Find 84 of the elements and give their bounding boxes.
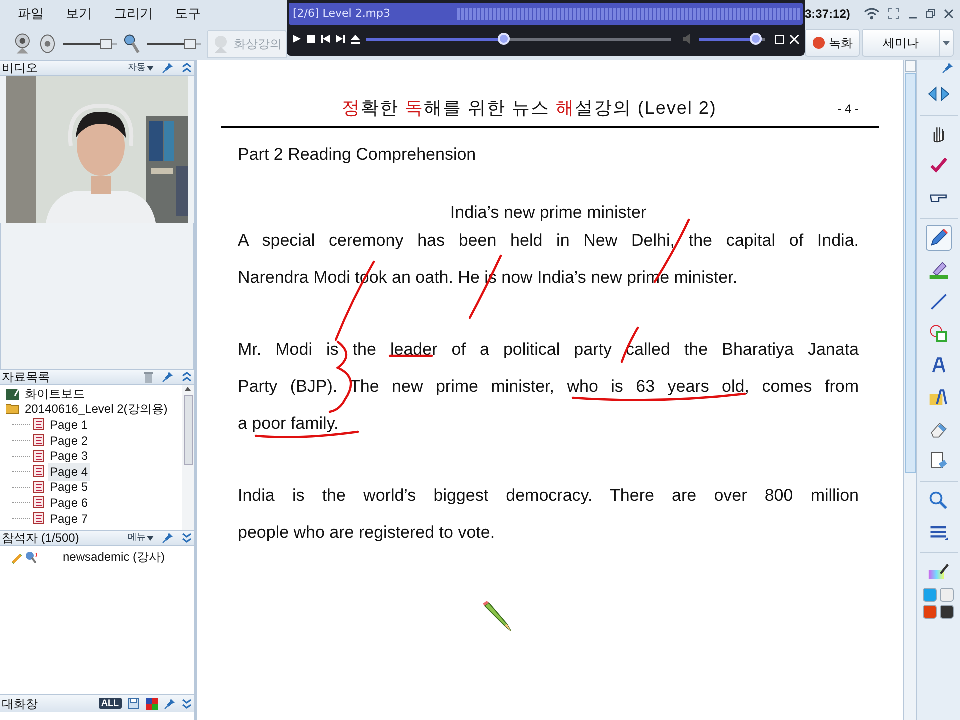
menu-item[interactable]: 보기 bbox=[66, 4, 92, 24]
document-icon bbox=[33, 450, 45, 463]
panel-title: 대화창 bbox=[2, 696, 39, 712]
speaker-icon[interactable] bbox=[39, 33, 57, 55]
shapes-icon bbox=[928, 323, 950, 345]
whiteboard-icon bbox=[6, 388, 20, 400]
panel-title: 비디오 bbox=[2, 60, 39, 77]
seek-thumb[interactable] bbox=[498, 33, 510, 45]
paragraph-line: A special ceremony has been held in New Delhi, the capital of India. bbox=[238, 230, 859, 252]
save-icon[interactable] bbox=[128, 698, 140, 710]
all-button[interactable]: ALL bbox=[98, 698, 122, 709]
panel-title: 자료목록 bbox=[2, 369, 51, 386]
tree-item[interactable]: 화이트보드 bbox=[23, 385, 87, 403]
pin-icon[interactable] bbox=[162, 62, 174, 74]
paragraph-line: India is the world’s biggest democracy. There are over 800 million bbox=[238, 485, 859, 507]
folder-icon bbox=[6, 403, 20, 416]
paragraph-line: a poor family. bbox=[238, 413, 340, 435]
participant-name: newsademic (강사) bbox=[63, 549, 166, 566]
record-button[interactable]: 녹화 bbox=[805, 29, 860, 57]
wifi-icon bbox=[864, 7, 880, 21]
highlighter-icon bbox=[928, 259, 950, 281]
document-icon bbox=[33, 496, 45, 510]
record-icon bbox=[812, 36, 826, 50]
menu-item[interactable]: 그리기 bbox=[114, 4, 153, 24]
close-icon[interactable] bbox=[944, 8, 954, 20]
next-icon[interactable] bbox=[336, 35, 345, 43]
collapse-icon[interactable] bbox=[182, 371, 192, 383]
article-title: India’s new prime minister bbox=[450, 203, 647, 222]
tree-item[interactable]: Page 3 bbox=[48, 447, 90, 466]
pin-icon[interactable] bbox=[164, 698, 176, 710]
restore-icon[interactable] bbox=[926, 8, 936, 20]
pin-icon[interactable] bbox=[942, 62, 954, 74]
pin-icon[interactable] bbox=[162, 532, 174, 544]
player-title: [2/6] Level 2.mp3 bbox=[293, 6, 392, 22]
document-icon bbox=[33, 465, 45, 478]
expand-icon[interactable] bbox=[182, 698, 192, 710]
caret-icon bbox=[939, 30, 953, 56]
tree-item[interactable]: Page 2 bbox=[48, 432, 90, 450]
dropdown-button[interactable]: 자동 bbox=[128, 61, 154, 75]
document-icon bbox=[33, 512, 45, 526]
expand-icon[interactable] bbox=[182, 532, 192, 544]
fullscreen-icon[interactable] bbox=[888, 8, 900, 20]
slider-thumb[interactable] bbox=[100, 39, 112, 49]
color-swatch[interactable] bbox=[923, 588, 937, 602]
volume-thumb[interactable] bbox=[750, 33, 762, 45]
document-heading: 정 확한 독해를 위한 뉴스 해 설강의 (Level 2) bbox=[340, 97, 718, 120]
maximize-icon[interactable] bbox=[775, 34, 784, 44]
panel-title: 참석자 (1/500) bbox=[2, 530, 80, 547]
scrollbar-thumb[interactable] bbox=[904, 73, 916, 473]
tree-item[interactable]: Page 5 bbox=[48, 478, 90, 496]
document-icon bbox=[33, 418, 45, 432]
mode-dropdown[interactable]: 세미나 bbox=[862, 29, 954, 57]
document-icon bbox=[33, 480, 45, 494]
dropdown-button[interactable]: 메뉴 bbox=[128, 531, 154, 545]
menu-item[interactable]: 도구 bbox=[175, 4, 201, 24]
color-grid-icon[interactable] bbox=[146, 698, 158, 710]
play-icon[interactable] bbox=[293, 35, 301, 43]
document-subtitle: Part 2 Reading Comprehension bbox=[238, 145, 476, 164]
paragraph-line: Mr. Modi is the leader of a political party called the Bharatiya Janata bbox=[238, 339, 859, 361]
paragraph-line: Party (BJP). The new prime minister, who is 63 years old, comes from bbox=[238, 376, 859, 398]
tree-item[interactable]: 20140616_Level 2(강의용) bbox=[23, 400, 170, 418]
menu-item[interactable]: 파일 bbox=[18, 4, 44, 24]
page-number: - 4 - bbox=[838, 101, 860, 118]
previous-icon[interactable] bbox=[321, 35, 330, 43]
clock-text: 3:37:12) bbox=[805, 6, 850, 23]
trash-icon[interactable] bbox=[143, 371, 154, 383]
eject-icon[interactable] bbox=[351, 34, 360, 44]
tree-item[interactable]: Page 6 bbox=[48, 494, 90, 512]
color-swatch[interactable] bbox=[940, 605, 954, 619]
tool-button[interactable] bbox=[926, 225, 952, 251]
color-swatch[interactable] bbox=[940, 588, 954, 602]
tree-item[interactable]: Page 1 bbox=[48, 416, 90, 434]
color-swatch[interactable] bbox=[923, 605, 937, 619]
paragraph-line: people who are registered to vote. bbox=[238, 522, 496, 544]
document-icon bbox=[33, 434, 45, 448]
tree-item[interactable]: Page 7 bbox=[48, 510, 90, 528]
pin-icon[interactable] bbox=[162, 371, 174, 383]
scrollbar-thumb[interactable] bbox=[184, 395, 192, 465]
caret-icon bbox=[147, 66, 154, 70]
tree-item[interactable]: Page 4 bbox=[48, 462, 90, 481]
collapse-icon[interactable] bbox=[182, 62, 192, 74]
caret-icon bbox=[147, 536, 154, 540]
search-icon bbox=[928, 490, 950, 512]
slider-thumb[interactable] bbox=[184, 39, 196, 49]
